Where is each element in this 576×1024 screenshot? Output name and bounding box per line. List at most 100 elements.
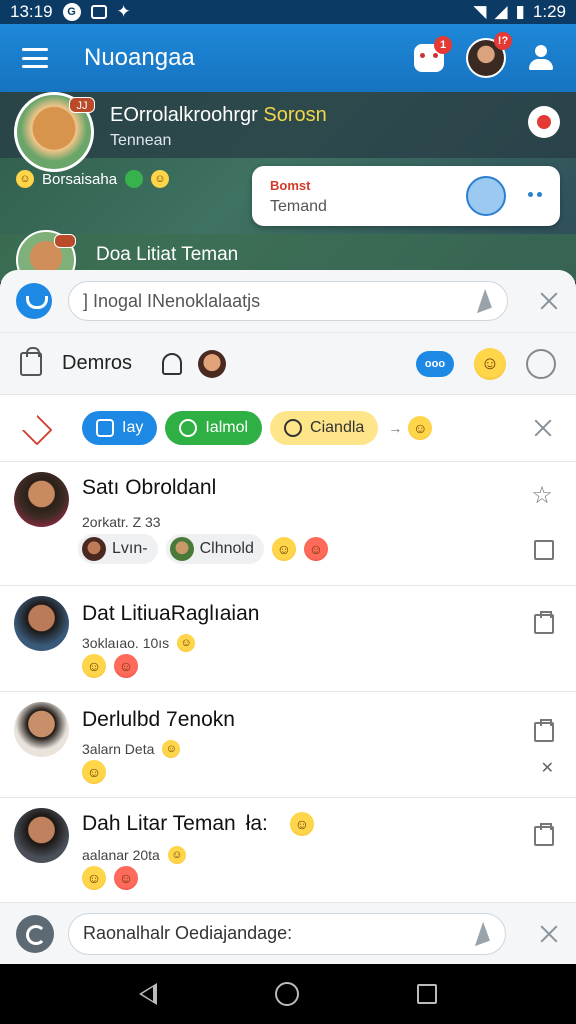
filter-chip-1[interactable]: Iay xyxy=(82,411,158,445)
mini-chip[interactable]: Clhnold xyxy=(165,534,264,564)
grin-emoji-icon: ☺ xyxy=(167,846,186,864)
avatar[interactable] xyxy=(198,349,227,378)
close-icon[interactable] xyxy=(538,290,560,312)
smile-emoji-icon: ☺ xyxy=(16,170,34,188)
star-icon[interactable]: ☆ xyxy=(530,484,554,508)
more-dots-icon[interactable] xyxy=(528,188,542,202)
group-action-button[interactable] xyxy=(528,106,560,138)
group-subtitle: Tennean xyxy=(110,132,172,149)
contact-name: Dah Litar Teman ła: ☺ xyxy=(82,812,314,836)
person-icon[interactable] xyxy=(528,45,554,71)
contact-meta: 3alarn Deta ☺ xyxy=(82,740,181,758)
profile-badge: !? xyxy=(494,32,512,50)
bell-icon[interactable] xyxy=(162,352,183,375)
message-input[interactable] xyxy=(83,923,467,944)
contact-meta: 3oklaıao. 10ıs ☺ xyxy=(82,634,196,652)
close-icon[interactable] xyxy=(538,923,560,945)
hamburger-menu-icon[interactable] xyxy=(22,48,48,68)
clipboard-icon[interactable] xyxy=(534,823,554,846)
image-notification-icon xyxy=(90,5,107,19)
heart-icon xyxy=(284,419,303,437)
contact-meta: aalanar 20ta ☺ xyxy=(82,846,186,864)
angry-emoji-icon: ☺ xyxy=(114,866,138,890)
search-box[interactable] xyxy=(68,281,508,321)
chat-bubble-icon xyxy=(179,419,198,437)
profile-avatar-button[interactable]: !? xyxy=(466,32,512,78)
notification-card-subtitle: Temand xyxy=(270,198,327,215)
filter-row: Iay Ialmol Ciandla → ☺ xyxy=(0,394,576,462)
list-item[interactable]: Satı Obroldanl 2orkatr. Z 33 Lvın- Clhno… xyxy=(0,462,576,586)
share-icon[interactable] xyxy=(466,176,506,216)
app-title: Nuoangaa xyxy=(84,44,195,71)
angry-emoji-icon: ☺ xyxy=(303,537,328,561)
mini-chip[interactable]: Lvın- xyxy=(78,534,158,564)
app-bar: Nuoangaa 1 !? xyxy=(0,24,576,92)
group-status-line: ☺ Borsaisaha ☺ xyxy=(16,170,170,188)
search-input[interactable] xyxy=(83,290,469,312)
list-item[interactable]: Dah Litar Teman ła: ☺ aalanar 20ta ☺ ☺ ☺ xyxy=(0,798,576,902)
bot-chat-badge: 1 xyxy=(434,36,452,54)
notification-card-title: Bomst xyxy=(270,178,311,193)
filter-chip-2[interactable]: Ialmol xyxy=(165,411,263,445)
list-item[interactable]: Derlulbd 7enokn 3alarn Deta ☺ ☺ ✕ xyxy=(0,692,576,798)
reaction-emojis: ☺ ☺ xyxy=(82,866,138,890)
online-icon xyxy=(125,170,144,188)
contact-meta: 2orkatr. Z 33 xyxy=(82,514,161,530)
group-title: EOrrolalkroohrgr Sorosn xyxy=(110,104,327,126)
group-avatar-badge: JJ xyxy=(69,97,95,113)
arrow-icon: → xyxy=(388,420,403,436)
wifi-icon: ◥ xyxy=(473,2,487,21)
smile-emoji-icon: ☺ xyxy=(82,654,106,678)
bottom-sheet: Demros ooo ☺ Iay Ialmol Ciandla → ☺ Satı… xyxy=(0,270,576,964)
grin-emoji-icon: ☺ xyxy=(177,634,196,652)
smile-emoji-icon: ☺ xyxy=(151,170,170,188)
compose-row xyxy=(0,902,576,964)
tongue-emoji-icon[interactable]: ☺ xyxy=(408,416,433,440)
background-content: JJ EOrrolalkroohrgr Sorosn Tennean ☺ Bor… xyxy=(0,92,576,282)
chip-icon xyxy=(96,419,114,437)
recent-apps-icon[interactable] xyxy=(417,984,437,1004)
bag-icon[interactable] xyxy=(20,346,42,376)
contact-list: Satı Obroldanl 2orkatr. Z 33 Lvın- Clhno… xyxy=(0,462,576,902)
back-icon[interactable] xyxy=(139,983,157,1005)
background-row-title: Doa Litiat Teman xyxy=(96,244,239,265)
clipboard-icon[interactable] xyxy=(534,611,554,634)
filter-chip-3[interactable]: Ciandla xyxy=(270,411,379,445)
face-outline-icon[interactable] xyxy=(526,348,556,379)
list-item[interactable]: Dat LitiuaRaglıaian 3oklaıao. 10ıs ☺ ☺ ☺ xyxy=(0,586,576,692)
grin-emoji-icon: ☺ xyxy=(162,740,181,758)
reaction-emojis: ☺ ☺ xyxy=(82,654,138,678)
status-bar: 13:19 G ✦ ◥ ◢ ▮ 1:29 xyxy=(0,0,576,24)
tab-label[interactable]: Demros xyxy=(62,352,132,375)
app-notification-icon: G xyxy=(62,3,81,21)
close-icon[interactable]: ✕ xyxy=(541,758,554,778)
compose-box[interactable] xyxy=(68,912,506,955)
system-nav-bar xyxy=(0,964,576,1024)
sparkle-icon: ✦ xyxy=(116,2,131,21)
contact-name: Dat LitiuaRaglıaian xyxy=(82,602,260,625)
refresh-button[interactable] xyxy=(16,914,54,953)
contact-name: Derlulbd 7enokn xyxy=(82,708,235,731)
checkbox-icon[interactable] xyxy=(534,540,554,560)
clipboard-icon[interactable] xyxy=(534,719,554,742)
avatar xyxy=(14,702,69,757)
status-pill[interactable]: ooo xyxy=(416,350,454,377)
group-avatar[interactable]: JJ xyxy=(14,92,95,172)
home-icon[interactable] xyxy=(275,982,299,1006)
smile-emoji-icon: ☺ xyxy=(271,537,296,561)
status-time-left: 13:19 xyxy=(10,2,53,21)
tag-icon[interactable] xyxy=(22,415,50,441)
avatar xyxy=(82,537,106,561)
bot-chat-button[interactable]: 1 xyxy=(414,36,452,72)
close-icon[interactable] xyxy=(532,417,554,439)
notification-card[interactable]: Bomst Temand xyxy=(252,166,560,226)
search-row xyxy=(0,270,576,332)
emoji-button[interactable] xyxy=(16,283,52,319)
send-icon[interactable] xyxy=(469,289,493,313)
send-icon[interactable] xyxy=(467,922,491,946)
signal-icon: ◢ xyxy=(494,2,508,21)
status-time-right: 1:29 xyxy=(532,2,566,21)
contact-name: Satı Obroldanl xyxy=(82,476,217,499)
avatar xyxy=(14,808,69,863)
smile-emoji-icon[interactable]: ☺ xyxy=(474,347,506,380)
